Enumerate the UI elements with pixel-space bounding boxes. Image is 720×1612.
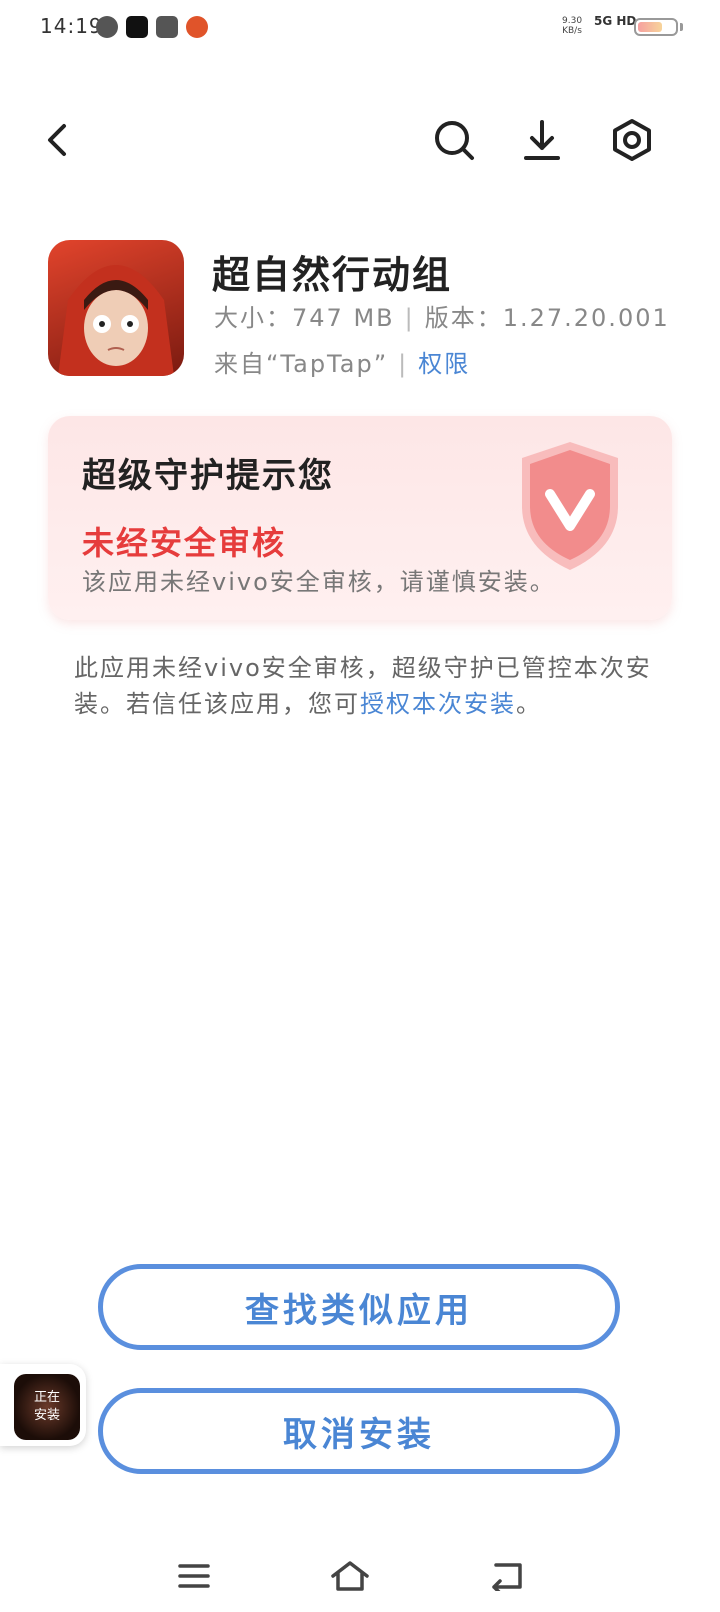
chevron-left-icon xyxy=(48,124,66,156)
download-button[interactable] xyxy=(518,116,566,164)
home-nav-button[interactable] xyxy=(326,1552,374,1600)
cancel-install-button[interactable]: 取消安装 xyxy=(98,1388,620,1474)
badge-line1: 正在 xyxy=(33,1390,60,1405)
divider: | xyxy=(404,304,415,332)
divider: | xyxy=(398,350,409,378)
app-source-row: 来自“TapTap” | 权限 xyxy=(214,344,470,379)
installing-float-badge[interactable]: 正在 安装 xyxy=(14,1374,80,1440)
menu-icon xyxy=(178,1564,210,1588)
back-arrow-icon xyxy=(492,1563,522,1591)
battery-tip xyxy=(680,23,683,31)
game-notification-icon xyxy=(186,16,208,38)
home-icon xyxy=(331,1561,369,1591)
app-name: 超自然行动组 xyxy=(212,253,453,297)
network-type: 5G HD xyxy=(594,14,637,28)
explanation-text: 此应用未经vivo安全审核，超级守护已管控本次安装。若信任该应用，您可授权本次安… xyxy=(74,650,654,722)
size-label: 大小： xyxy=(214,304,292,332)
download-icon xyxy=(524,120,560,160)
back-button[interactable] xyxy=(34,116,82,164)
menu-nav-button[interactable] xyxy=(170,1552,218,1600)
status-time: 14:19 xyxy=(40,14,103,38)
search-icon xyxy=(435,121,474,160)
badge-line2: 安装 xyxy=(33,1408,60,1423)
back-nav-button[interactable] xyxy=(482,1552,530,1600)
settings-button[interactable] xyxy=(608,116,656,164)
mail-notification-icon xyxy=(156,16,178,38)
card-title: 超级守护提示您 xyxy=(82,456,334,496)
search-button[interactable] xyxy=(430,116,478,164)
permissions-link[interactable]: 权限 xyxy=(418,350,470,378)
explanation-suffix: 。 xyxy=(516,690,542,718)
network-speed: 9.30 KB/s xyxy=(562,16,583,36)
unverified-warning: 未经安全审核 xyxy=(82,524,287,562)
tiktok-icon xyxy=(126,16,148,38)
app-icon xyxy=(48,240,184,376)
card-description: 该应用未经vivo安全审核，请谨慎安装。 xyxy=(82,568,556,596)
version-value: 1.27.20.001 xyxy=(502,304,670,332)
authorize-install-link[interactable]: 授权本次安装 xyxy=(360,690,516,718)
find-similar-apps-button[interactable]: 查找类似应用 xyxy=(98,1264,620,1350)
app-size-version: 大小：747 MB | 版本：1.27.20.001 xyxy=(214,298,670,333)
gear-hex-icon xyxy=(613,119,651,161)
version-label: 版本： xyxy=(424,304,503,332)
app-notification-icon xyxy=(96,16,118,38)
battery-icon xyxy=(634,18,678,36)
shield-icon xyxy=(522,442,618,570)
app-source: 来自“TapTap” xyxy=(214,350,389,378)
size-value: 747 MB xyxy=(292,304,395,332)
